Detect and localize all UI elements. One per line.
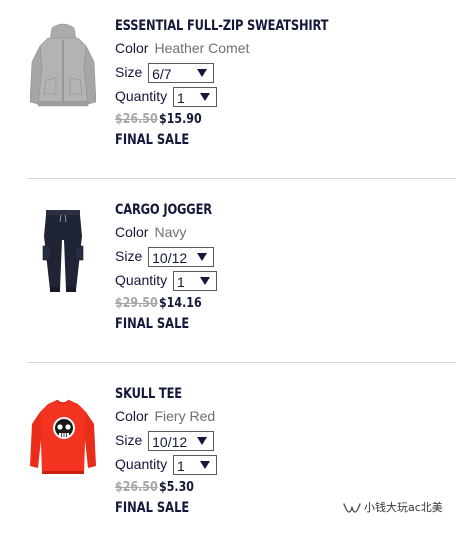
quantity-row: Quantity 1 — [115, 268, 445, 292]
quantity-select[interactable]: 1 — [173, 87, 218, 108]
cart-item: ESSENTIAL FULL-ZIP SWEATSHIRT Color Heath… — [0, 0, 456, 170]
item-details: ESSENTIAL FULL-ZIP SWEATSHIRT Color Heath… — [115, 16, 445, 150]
caret-down-icon — [200, 93, 211, 102]
size-row: Size 6/7 — [115, 60, 445, 84]
quantity-label: Quantity — [115, 456, 168, 472]
quantity-select-value: 1 — [177, 90, 185, 107]
product-name[interactable]: CARGO JOGGER — [115, 200, 386, 220]
quantity-row: Quantity 1 — [115, 452, 445, 476]
watermark-text: 小钱大玩ac北美 — [364, 501, 443, 514]
sale-price: $14.16 — [159, 296, 202, 311]
size-select[interactable]: 6/7 — [148, 63, 215, 84]
color-label: Color — [115, 40, 149, 56]
caret-down-icon — [197, 437, 208, 446]
size-label: Size — [115, 64, 143, 80]
product-name[interactable]: ESSENTIAL FULL-ZIP SWEATSHIRT — [115, 16, 386, 36]
caret-down-icon — [197, 253, 208, 262]
color-value: Navy — [154, 224, 187, 240]
price-row: $26.50$5.30 — [115, 476, 445, 498]
color-row: Color Navy — [115, 220, 445, 244]
quantity-label: Quantity — [115, 272, 168, 288]
original-price: $26.50 — [115, 480, 158, 495]
color-label: Color — [115, 408, 149, 424]
caret-down-icon — [200, 461, 211, 470]
caret-down-icon — [200, 277, 211, 286]
price-row: $26.50$15.90 — [115, 108, 445, 130]
original-price: $26.50 — [115, 112, 158, 127]
quantity-select-value: 1 — [177, 274, 185, 291]
sale-price: $15.90 — [159, 112, 202, 127]
product-name[interactable]: SKULL TEE — [115, 384, 386, 404]
final-sale-notice: FINAL SALE — [115, 316, 190, 332]
color-row: Color Fiery Red — [115, 404, 445, 428]
item-details: CARGO JOGGER Color Navy Size 10/12 Quanti… — [115, 200, 445, 334]
red-skull-longsleeve-tee-icon[interactable] — [30, 390, 96, 480]
quantity-label: Quantity — [115, 88, 168, 104]
wechat-channel-logo-icon — [343, 503, 361, 513]
color-value: Heather Comet — [154, 40, 250, 56]
size-select-value: 10/12 — [152, 434, 188, 451]
color-value: Fiery Red — [154, 408, 216, 424]
size-select[interactable]: 10/12 — [148, 431, 215, 452]
cart-item-list: ESSENTIAL FULL-ZIP SWEATSHIRT Color Heath… — [0, 0, 456, 530]
size-row: Size 10/12 — [115, 244, 445, 268]
watermark: 小钱大玩ac北美 — [343, 498, 443, 518]
size-select-value: 6/7 — [152, 66, 172, 83]
navy-jogger-pants-icon[interactable] — [30, 206, 96, 296]
quantity-select-value: 1 — [177, 458, 185, 475]
final-sale-notice: FINAL SALE — [115, 132, 190, 148]
caret-down-icon — [197, 69, 208, 78]
item-divider — [27, 362, 456, 363]
sale-price: $5.30 — [159, 480, 194, 495]
color-row: Color Heather Comet — [115, 36, 445, 60]
original-price: $29.50 — [115, 296, 158, 311]
size-label: Size — [115, 432, 143, 448]
size-select[interactable]: 10/12 — [148, 247, 215, 268]
size-select-value: 10/12 — [152, 250, 188, 267]
size-row: Size 10/12 — [115, 428, 445, 452]
item-divider — [27, 178, 456, 179]
price-row: $29.50$14.16 — [115, 292, 445, 314]
color-label: Color — [115, 224, 149, 240]
cart-item: CARGO JOGGER Color Navy Size 10/12 Quanti… — [0, 184, 456, 354]
quantity-select[interactable]: 1 — [173, 455, 218, 476]
size-label: Size — [115, 248, 143, 264]
gray-zip-hoodie-icon[interactable] — [30, 22, 96, 112]
quantity-select[interactable]: 1 — [173, 271, 218, 292]
quantity-row: Quantity 1 — [115, 84, 445, 108]
